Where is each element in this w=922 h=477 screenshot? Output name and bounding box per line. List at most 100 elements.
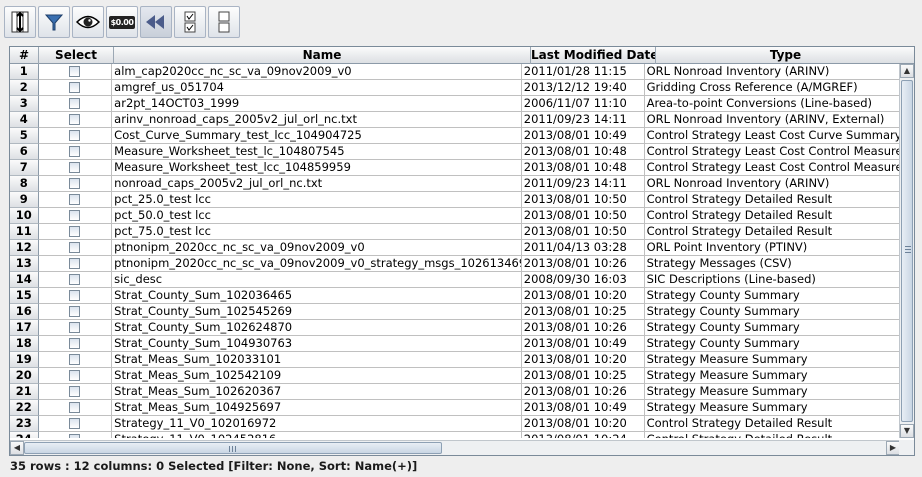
column-header-last-modified[interactable]: Last Modified Date [531,47,656,64]
select-checkbox[interactable] [69,370,81,381]
cell-type[interactable]: Control Strategy Detailed Result [645,432,900,438]
select-checkbox[interactable] [69,162,81,173]
select-checkbox[interactable] [69,322,81,333]
cell-name[interactable]: pct_50.0_test lcc [112,208,522,224]
cell-type[interactable]: Strategy Measure Summary [644,352,900,368]
cell-name[interactable]: Strategy_11_V0_102452816 [112,432,522,438]
select-checkbox[interactable] [69,130,81,141]
cell-name[interactable]: amgref_us_051704 [112,80,522,96]
cell-type[interactable]: ORL Nonroad Inventory (ARINV) [644,64,900,80]
table-row[interactable]: 21 Strat_Meas_Sum_102620367 2013/08/01 10:… [10,384,900,400]
cell-last-modified[interactable]: 2013/08/01 10:26 [521,256,645,272]
cell-name[interactable]: Strat_Meas_Sum_104925697 [112,400,522,416]
cell-name[interactable]: Strat_County_Sum_102545269 [112,304,522,320]
cell-type[interactable]: ORL Point Inventory (PTINV) [644,240,900,256]
select-checkbox[interactable] [69,258,81,269]
cell-last-modified[interactable]: 2013/12/12 19:40 [521,80,645,96]
table-row[interactable]: 19 Strat_Meas_Sum_102033101 2013/08/01 10:… [10,352,900,368]
cell-type[interactable]: Control Strategy Least Cost Curve Summar… [644,128,900,144]
horizontal-scrollbar[interactable]: ◀ ▶ [10,440,900,455]
table-row[interactable]: 14 sic_desc 2008/09/30 16:03 SIC Descriptio… [10,272,900,288]
cell-last-modified[interactable]: 2013/08/01 10:49 [521,128,645,144]
select-checkbox[interactable] [69,402,81,413]
table-row[interactable]: 23 Strategy_11_V0_102016972 2013/08/01 10:… [10,416,900,432]
cell-name[interactable]: nonroad_caps_2005v2_jul_orl_nc.txt [112,176,522,192]
table-row[interactable]: 2 amgref_us_051704 2013/12/12 19:40 Griddin… [10,80,900,96]
column-header-type[interactable]: Type [656,47,914,64]
cell-last-modified[interactable]: 2013/08/01 10:26 [521,384,645,400]
cell-name[interactable]: Strat_County_Sum_102036465 [112,288,522,304]
cell-name[interactable]: Measure_Worksheet_test_lcc_104859959 [112,160,522,176]
cell-last-modified[interactable]: 2011/01/28 11:15 [521,64,645,80]
cell-last-modified[interactable]: 2013/08/01 10:50 [521,192,645,208]
select-checkbox[interactable] [69,66,81,77]
cell-last-modified[interactable]: 2013/08/01 10:49 [521,336,645,352]
cell-last-modified[interactable]: 2013/08/01 10:20 [521,288,645,304]
cell-last-modified[interactable]: 2013/08/01 10:26 [521,320,645,336]
cell-type[interactable]: Strategy County Summary [644,320,900,336]
select-checkbox[interactable] [69,354,81,365]
table-row[interactable]: 3 ar2pt_14OCT03_1999 2006/11/07 11:10 Area-… [10,96,900,112]
select-checkbox[interactable] [69,434,81,438]
cell-type[interactable]: Strategy County Summary [644,304,900,320]
cell-type[interactable]: ORL Nonroad Inventory (ARINV, External) [644,112,900,128]
cell-last-modified[interactable]: 2011/09/23 14:11 [521,176,645,192]
sort-columns-button[interactable] [4,6,36,38]
select-all-button[interactable] [174,6,206,38]
column-header-select[interactable]: Select [39,47,114,64]
cell-type[interactable]: Control Strategy Detailed Result [644,224,900,240]
table-row[interactable]: 12 ptnonipm_2020cc_nc_sc_va_09nov2009_v0 2… [10,240,900,256]
scroll-down-button[interactable]: ▼ [900,424,914,438]
column-header-number[interactable]: # [10,47,39,64]
select-checkbox[interactable] [69,242,81,253]
filter-button[interactable] [38,6,70,38]
select-checkbox[interactable] [69,226,81,237]
cell-type[interactable]: Strategy Messages (CSV) [644,256,900,272]
column-header-name[interactable]: Name [114,47,531,64]
cell-name[interactable]: Measure_Worksheet_test_lc_104807545 [112,144,522,160]
select-checkbox[interactable] [69,194,81,205]
select-checkbox[interactable] [69,386,81,397]
horizontal-scroll-thumb[interactable] [24,442,442,454]
cell-name[interactable]: ar2pt_14OCT03_1999 [112,96,522,112]
cell-last-modified[interactable]: 2006/11/07 11:10 [521,96,645,112]
cell-type[interactable]: Control Strategy Least Cost Control Meas… [644,160,900,176]
table-row[interactable]: 22 Strat_Meas_Sum_104925697 2013/08/01 10:… [10,400,900,416]
cell-name[interactable]: Strat_Meas_Sum_102542109 [112,368,522,384]
rewind-button[interactable] [140,6,172,38]
select-checkbox[interactable] [69,114,81,125]
table-row[interactable]: 7 Measure_Worksheet_test_lcc_104859959 201… [10,160,900,176]
cell-name[interactable]: sic_desc [112,272,522,288]
select-checkbox[interactable] [69,178,81,189]
select-checkbox[interactable] [69,98,81,109]
cell-name[interactable]: Strat_Meas_Sum_102620367 [112,384,522,400]
cell-type[interactable]: Strategy Measure Summary [644,400,900,416]
cell-last-modified[interactable]: 2013/08/01 10:48 [521,160,645,176]
scroll-left-button[interactable]: ◀ [10,441,24,455]
cell-name[interactable]: Strat_County_Sum_104930763 [112,336,522,352]
cell-last-modified[interactable]: 2013/08/01 10:50 [521,208,645,224]
table-row[interactable]: 4 arinv_nonroad_caps_2005v2_jul_orl_nc.tx… [10,112,900,128]
cell-type[interactable]: Strategy County Summary [644,336,900,352]
cell-type[interactable]: Gridding Cross Reference (A/MGREF) [644,80,900,96]
cell-name[interactable]: alm_cap2020cc_nc_sc_va_09nov2009_v0 [112,64,522,80]
table-row[interactable]: 15 Strat_County_Sum_102036465 2013/08/01 1… [10,288,900,304]
table-row[interactable]: 8 nonroad_caps_2005v2_jul_orl_nc.txt 2011/… [10,176,900,192]
select-checkbox[interactable] [69,418,81,429]
scroll-up-button[interactable]: ▲ [900,64,914,78]
table-row[interactable]: 9 pct_25.0_test lcc 2013/08/01 10:50 Contro… [10,192,900,208]
table-row[interactable]: 24 Strategy_11_V0_1024528162013/08/01 10:… [10,432,900,438]
cell-type[interactable]: Control Strategy Detailed Result [644,416,900,432]
cell-name[interactable]: Strategy_11_V0_102016972 [112,416,522,432]
cell-name[interactable]: pct_75.0_test lcc [112,224,522,240]
cell-type[interactable]: Strategy Measure Summary [644,368,900,384]
vertical-scrollbar[interactable]: ▲ ▼ [899,64,914,438]
vertical-scroll-thumb[interactable] [901,80,913,422]
table-row[interactable]: 10 pct_50.0_test lcc 2013/08/01 10:50 Contr… [10,208,900,224]
cell-last-modified[interactable]: 2013/08/01 10:25 [521,304,645,320]
cell-name[interactable]: Cost_Curve_Summary_test_lcc_104904725 [112,128,522,144]
select-checkbox[interactable] [69,290,81,301]
cell-type[interactable]: Strategy Measure Summary [644,384,900,400]
cell-name[interactable]: pct_25.0_test lcc [112,192,522,208]
cell-last-modified[interactable]: 2011/09/23 14:11 [521,112,645,128]
